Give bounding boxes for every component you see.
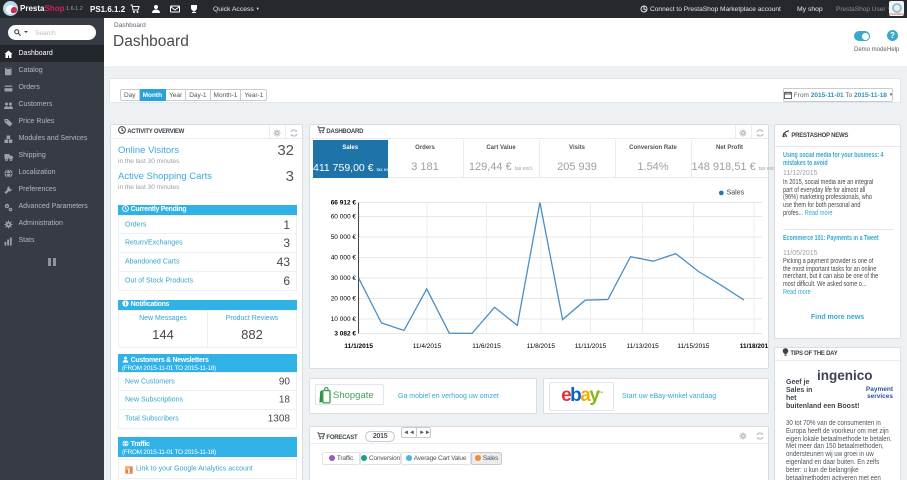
svg-text:20 000 €: 20 000 €: [331, 296, 357, 303]
svg-text:11/13/2015: 11/13/2015: [627, 343, 659, 350]
svg-text:11/6/2015: 11/6/2015: [472, 343, 501, 350]
svg-text:11/15/2015: 11/15/2015: [677, 343, 709, 350]
svg-text:3 082 €: 3 082 €: [334, 330, 356, 337]
svg-text:11/11/2015: 11/11/2015: [575, 343, 607, 350]
svg-text:66 912 €: 66 912 €: [331, 200, 357, 207]
svg-text:50 000 €: 50 000 €: [331, 234, 357, 241]
svg-text:11/4/2015: 11/4/2015: [413, 343, 442, 350]
svg-text:30 000 €: 30 000 €: [331, 275, 357, 282]
svg-text:11/8/2015: 11/8/2015: [527, 343, 556, 350]
svg-text:40 000 €: 40 000 €: [331, 255, 357, 262]
svg-text:60 000 €: 60 000 €: [331, 214, 357, 221]
svg-text:11/1/2015: 11/1/2015: [344, 343, 373, 350]
svg-text:11/18/201: 11/18/201: [740, 343, 768, 350]
svg-text:10 000 €: 10 000 €: [331, 316, 357, 323]
